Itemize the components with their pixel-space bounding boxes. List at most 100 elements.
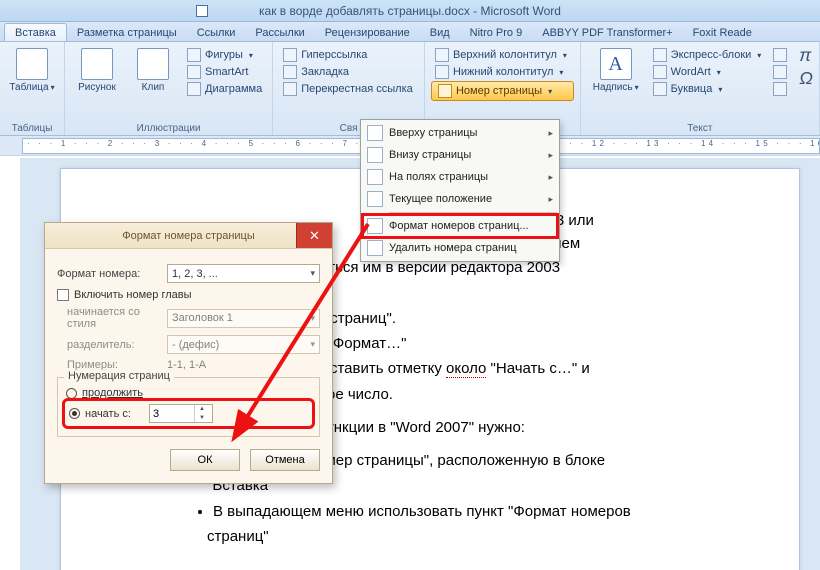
tab-mailings[interactable]: Рассылки [245,24,314,41]
menu-top-of-page[interactable]: Вверху страницы▸ [363,122,557,144]
spin-up-icon[interactable]: ▲ [195,405,209,414]
format-icon [367,218,383,234]
table-button[interactable]: Таблица▾ [6,45,58,96]
tab-foxit[interactable]: Foxit Reade [683,24,762,41]
table-label: Таблица [9,82,48,93]
window-title: как в ворде добавлять страницы.docx - Mi… [259,4,561,18]
sig-button[interactable] [769,47,791,63]
chevron-down-icon: ▾ [310,313,315,324]
chart-label: Диаграмма [205,83,262,95]
radio-label: продолжить [82,387,143,399]
separator-combo: - (дефис)▾ [167,335,320,354]
footer-label: Нижний колонтитул [453,66,553,78]
start-at-spinner[interactable]: ▲▼ [149,404,213,423]
menu-separator [389,212,557,213]
chart-button[interactable]: Диаграмма [183,81,266,97]
clip-button[interactable]: Клип [127,45,179,96]
menu-bottom-of-page[interactable]: Внизу страницы▸ [363,144,557,166]
quickparts-label: Экспресс-блоки [671,49,752,61]
obj-button[interactable] [769,81,791,97]
pagenumber-label: Номер страницы [456,85,542,97]
menu-page-margins[interactable]: На полях страницы▸ [363,166,557,188]
fieldset-legend: Нумерация страниц [64,370,174,382]
hyperlink-label: Гиперссылка [301,49,367,61]
spin-down-icon[interactable]: ▼ [195,414,209,423]
smartart-icon [187,65,201,79]
cancel-button[interactable]: Отмена [250,449,320,471]
shapes-label: Фигуры [205,49,243,61]
wordart-icon [653,65,667,79]
bookmark-button[interactable]: Закладка [279,64,417,80]
page-number-button[interactable]: Номер страницы▾ [431,81,574,101]
tab-abbyy[interactable]: ABBYY PDF Transformer+ [532,24,682,41]
date-button[interactable] [769,64,791,80]
picture-label: Рисунок [78,82,116,93]
crossref-label: Перекрестная ссылка [301,83,413,95]
bookmark-icon [283,65,297,79]
tab-nitro[interactable]: Nitro Pro 9 [460,24,533,41]
wordart-button[interactable]: WordArt▾ [649,64,766,80]
clip-label: Клип [142,82,165,93]
header-button[interactable]: Верхний колонтитул▾ [431,47,574,63]
chevron-down-icon: ▾ [249,51,253,60]
chevron-right-icon: ▸ [548,172,553,183]
hyperlink-button[interactable]: Гиперссылка [279,47,417,63]
crossref-button[interactable]: Перекрестная ссылка [279,81,417,97]
include-chapter-checkbox[interactable]: Включить номер главы [57,289,320,301]
textbox-label: Надпись [593,82,633,93]
chevron-down-icon: ▾ [757,51,761,60]
group-tables: Таблица▾ Таблицы [0,42,65,135]
table-icon [16,48,48,80]
wordart-label: WordArt [671,66,711,78]
smartart-button[interactable]: SmartArt [183,64,266,80]
ok-button[interactable]: ОК [170,449,240,471]
quickparts-button[interactable]: Экспресс-блоки ▾ [649,47,766,63]
format-label: Формат номера: [57,268,159,280]
group-label-tables: Таблицы [6,121,58,135]
symbol-icon[interactable]: Ω [799,68,813,89]
numbering-fieldset: Нумерация страниц продолжить начать с: ▲… [57,377,320,437]
close-button[interactable]: ✕ [296,223,332,248]
start-at-input[interactable] [150,408,194,420]
shapes-button[interactable]: Фигуры ▾ [183,47,266,63]
checkbox-label: Включить номер главы [74,289,192,301]
combo-value: - (дефис) [172,339,219,351]
pagenumber-icon [438,84,452,98]
tab-references[interactable]: Ссылки [187,24,246,41]
menu-current-position[interactable]: Текущее положение▸ [363,188,557,210]
dropcap-button[interactable]: Буквица▾ [649,81,766,97]
chevron-down-icon: ▾ [559,68,563,77]
tab-page-layout[interactable]: Разметка страницы [67,24,187,41]
tab-insert[interactable]: Вставка [4,23,67,41]
picture-button[interactable]: Рисунок [71,45,123,96]
equation-icon[interactable]: π [799,45,813,66]
title-bar: как в ворде добавлять страницы.docx - Mi… [0,0,820,22]
radio-icon [69,408,80,419]
menu-format-page-numbers[interactable]: Формат номеров страниц... [363,215,557,237]
radio-continue[interactable]: продолжить [66,387,311,399]
chevron-right-icon: ▸ [548,128,553,139]
page-number-format-dialog: Формат номера страницы ✕ Формат номера: … [44,222,333,484]
tab-view[interactable]: Вид [420,24,460,41]
number-format-combo[interactable]: 1, 2, 3, ...▾ [167,264,320,283]
menu-label: Удалить номера страниц [389,242,517,254]
footer-icon [435,65,449,79]
hyperlink-icon [283,48,297,62]
chevron-down-icon: ▾ [310,268,315,279]
footer-button[interactable]: Нижний колонтитул ▾ [431,64,574,80]
picture-icon [81,48,113,80]
header-label: Верхний колонтитул [453,49,557,61]
dialog-title: Формат номера страницы [122,230,255,242]
page-bottom-icon [367,147,383,163]
tab-review[interactable]: Рецензирование [315,24,420,41]
chevron-down-icon: ▾ [51,83,55,92]
menu-label: Внизу страницы [389,149,471,161]
smartart-label: SmartArt [205,66,248,78]
dialog-titlebar[interactable]: Формат номера страницы ✕ [45,223,332,249]
page-top-icon [367,125,383,141]
menu-remove-page-numbers[interactable]: Удалить номера страниц [363,237,557,259]
chevron-down-icon: ▾ [718,85,722,94]
textbox-button[interactable]: A Надпись▾ [587,45,645,96]
radio-start-at[interactable]: начать с: ▲▼ [66,402,311,425]
text-frag: В выпадающем меню использовать пункт "Фо… [213,503,631,520]
